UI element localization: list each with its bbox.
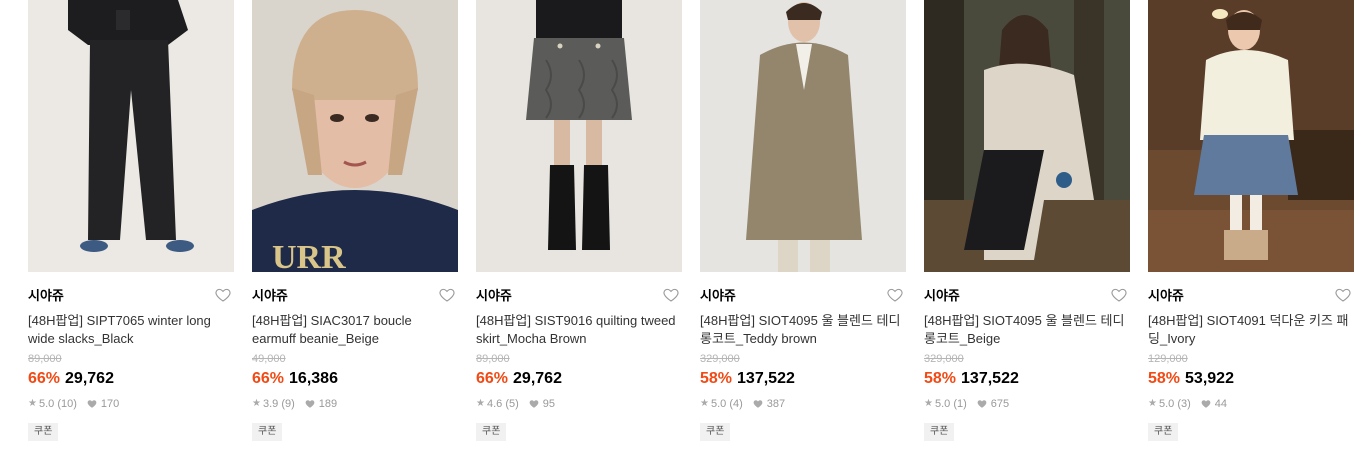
product-card[interactable]: 시야쥬 [48H팝업] SIOT4091 덕다운 키즈 패딩_Ivory 129…	[1148, 0, 1354, 441]
price-row: 66% 29,762	[28, 369, 234, 389]
likes: 170	[87, 397, 119, 411]
rating: 4.6 (5)	[486, 398, 519, 410]
original-price: 89,000	[476, 353, 510, 365]
sale-price: 137,522	[961, 370, 1019, 387]
discount-rate: 66%	[28, 370, 61, 387]
star-icon: ★	[700, 398, 709, 409]
original-price: 49,000	[252, 353, 286, 365]
product-meta: ★ 4.6 (5) 95	[476, 397, 682, 411]
rating: 3.9 (9)	[262, 398, 295, 410]
product-card[interactable]: 시야쥬 [48H팝업] SIOT4095 울 블렌드 테디 롱코트_Teddy …	[700, 0, 906, 441]
heart-filled-icon	[87, 400, 97, 408]
product-name[interactable]: [48H팝업] SIOT4095 울 블렌드 테디 롱코트_Teddy brow…	[700, 312, 906, 348]
svg-text:URR: URR	[272, 239, 346, 272]
price-row: 58% 137,522	[924, 369, 1130, 389]
discount-rate: 66%	[252, 370, 285, 387]
likes: 387	[753, 397, 785, 411]
product-image[interactable]	[476, 0, 682, 272]
heart-outline-icon[interactable]	[1110, 286, 1128, 304]
likes-count: 170	[100, 398, 120, 410]
price-row: 66% 29,762	[476, 369, 682, 389]
brand-name[interactable]: 시야쥬	[700, 288, 736, 304]
product-card[interactable]: 시야쥬 [48H팝업] SIOT4095 울 블렌드 테디 롱코트_Beige …	[924, 0, 1130, 441]
heart-outline-icon[interactable]	[886, 286, 904, 304]
sale-price: 29,762	[513, 370, 562, 387]
product-image[interactable]	[924, 0, 1130, 272]
brand-name[interactable]: 시야쥬	[252, 288, 288, 304]
likes-count: 189	[318, 398, 338, 410]
likes: 44	[1201, 397, 1227, 411]
coupon-badge: 쿠폰	[700, 423, 731, 441]
original-price: 129,000	[1148, 353, 1188, 365]
product-image[interactable]	[700, 0, 906, 272]
brand-name[interactable]: 시야쥬	[1148, 288, 1184, 304]
likes: 675	[977, 397, 1009, 411]
heart-outline-icon[interactable]	[662, 286, 680, 304]
rating: 5.0 (1)	[934, 398, 967, 410]
discount-rate: 58%	[1148, 370, 1181, 387]
product-meta: ★ 5.0 (10) 170	[28, 397, 234, 411]
original-price: 89,000	[28, 353, 62, 365]
product-name[interactable]: [48H팝업] SIPT7065 winter long wide slacks…	[28, 312, 234, 348]
price-row: 58% 137,522	[700, 369, 906, 389]
star-icon: ★	[252, 398, 261, 409]
product-image[interactable]	[1148, 0, 1354, 272]
heart-filled-icon	[753, 400, 763, 408]
star-icon: ★	[28, 398, 37, 409]
sale-price: 53,922	[1185, 370, 1234, 387]
product-card[interactable]: 시야쥬 [48H팝업] SIPT7065 winter long wide sl…	[28, 0, 234, 441]
product-name[interactable]: [48H팝업] SIST9016 quilting tweed skirt_Mo…	[476, 312, 682, 348]
product-meta: ★ 5.0 (1) 675	[924, 397, 1130, 411]
product-name[interactable]: [48H팝업] SIOT4091 덕다운 키즈 패딩_Ivory	[1148, 312, 1354, 348]
heart-filled-icon	[529, 400, 539, 408]
product-card[interactable]: URR 시야쥬 [48H팝업] SIAC3017 boucle earmuff …	[252, 0, 458, 441]
sale-price: 16,386	[289, 370, 338, 387]
rating: 5.0 (10)	[38, 398, 77, 410]
heart-filled-icon	[305, 400, 315, 408]
original-price: 329,000	[924, 353, 964, 365]
brand-name[interactable]: 시야쥬	[28, 288, 64, 304]
heart-outline-icon[interactable]	[1334, 286, 1352, 304]
product-image[interactable]	[28, 0, 234, 272]
star-icon: ★	[1148, 398, 1157, 409]
coupon-badge: 쿠폰	[28, 423, 59, 441]
product-meta: ★ 5.0 (3) 44	[1148, 397, 1354, 411]
likes: 95	[529, 397, 555, 411]
discount-rate: 58%	[700, 370, 733, 387]
likes: 189	[305, 397, 337, 411]
coupon-badge: 쿠폰	[1148, 423, 1179, 441]
product-name[interactable]: [48H팝업] SIAC3017 boucle earmuff beanie_B…	[252, 312, 458, 348]
brand-name[interactable]: 시야쥬	[924, 288, 960, 304]
brand-name[interactable]: 시야쥬	[476, 288, 512, 304]
sale-price: 137,522	[737, 370, 795, 387]
heart-filled-icon	[977, 400, 987, 408]
product-name[interactable]: [48H팝업] SIOT4095 울 블렌드 테디 롱코트_Beige	[924, 312, 1130, 348]
product-meta: ★ 5.0 (4) 387	[700, 397, 906, 411]
rating: 5.0 (3)	[1158, 398, 1191, 410]
product-image[interactable]: URR	[252, 0, 458, 272]
product-meta: ★ 3.9 (9) 189	[252, 397, 458, 411]
sale-price: 29,762	[65, 370, 114, 387]
star-icon: ★	[924, 398, 933, 409]
product-grid: 시야쥬 [48H팝업] SIPT7065 winter long wide sl…	[28, 0, 1354, 441]
discount-rate: 58%	[924, 370, 957, 387]
product-card[interactable]: 시야쥬 [48H팝업] SIST9016 quilting tweed skir…	[476, 0, 682, 441]
likes-count: 44	[1214, 398, 1228, 410]
heart-outline-icon[interactable]	[438, 286, 456, 304]
discount-rate: 66%	[476, 370, 509, 387]
rating: 5.0 (4)	[710, 398, 743, 410]
coupon-badge: 쿠폰	[476, 423, 507, 441]
star-icon: ★	[476, 398, 485, 409]
price-row: 58% 53,922	[1148, 369, 1354, 389]
original-price: 329,000	[700, 353, 740, 365]
price-row: 66% 16,386	[252, 369, 458, 389]
heart-outline-icon[interactable]	[214, 286, 232, 304]
coupon-badge: 쿠폰	[924, 423, 955, 441]
likes-count: 95	[542, 398, 556, 410]
likes-count: 387	[766, 398, 786, 410]
heart-filled-icon	[1201, 400, 1211, 408]
coupon-badge: 쿠폰	[252, 423, 283, 441]
likes-count: 675	[990, 398, 1010, 410]
